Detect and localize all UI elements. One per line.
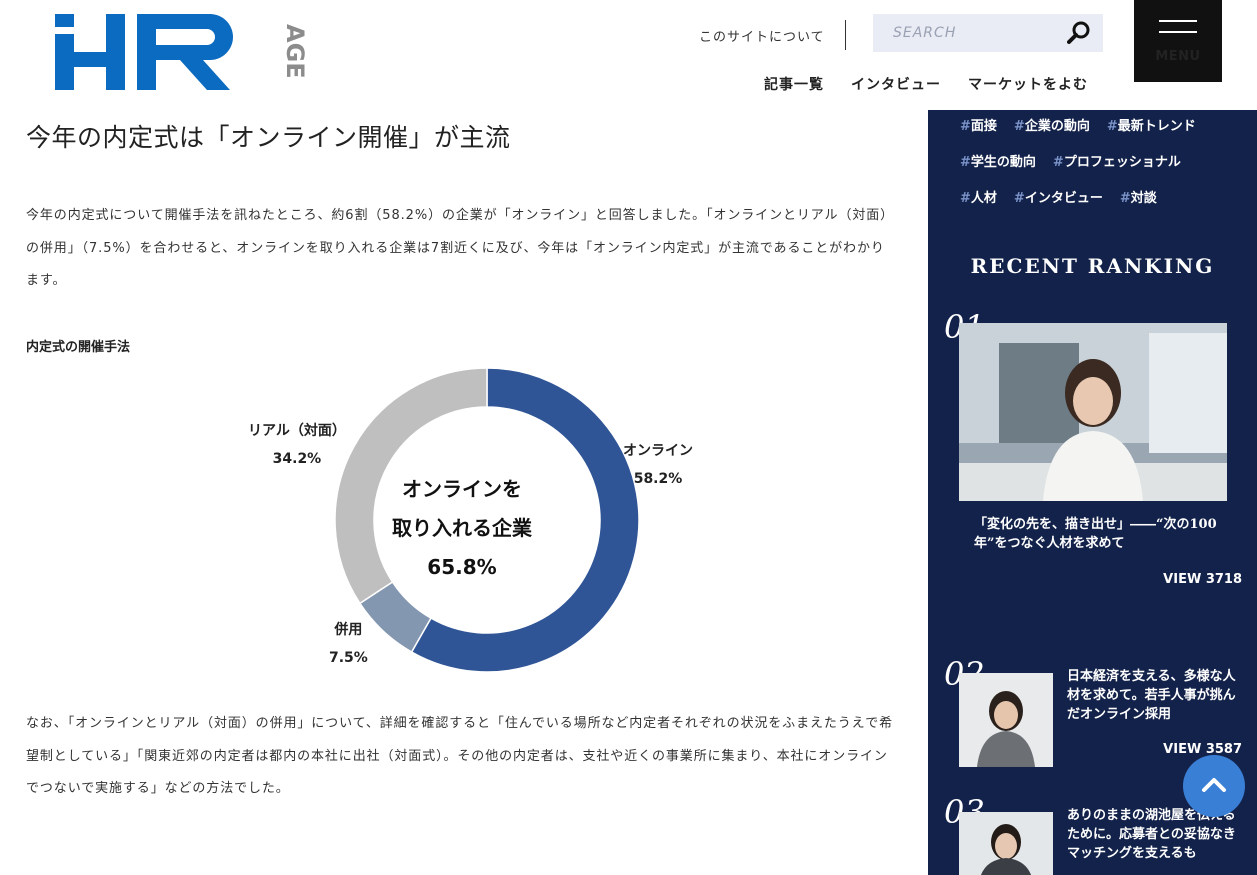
chevron-up-icon — [1202, 778, 1226, 792]
hr-age-logo[interactable]: AGE — [55, 14, 315, 90]
ranking-title-2[interactable]: 日本経済を支える、多様な人材を求めて。若手人事が挑んだオンライン採用 — [1067, 667, 1242, 724]
slice-name-real: リアル（対面） — [248, 423, 346, 439]
hamburger-line-icon — [1159, 20, 1197, 22]
site-header: AGE このサイトについて MENU 記事一覧 インタビュー マーケットをよむ — [0, 0, 1257, 110]
search-icon[interactable] — [1067, 21, 1091, 45]
ranking-title: RECENT RANKING — [970, 254, 1215, 278]
search-input[interactable] — [873, 14, 1053, 52]
nav-articles[interactable]: 記事一覧 — [764, 74, 824, 94]
slice-name-both: 併用 — [334, 622, 363, 638]
ranking-views-1: VIEW 3718 — [1163, 572, 1242, 587]
tag-link[interactable]: #対談 — [1120, 187, 1157, 206]
slice-value-online: 58.2% — [633, 471, 683, 487]
tag-link[interactable]: #面接 — [960, 115, 997, 134]
tag-link[interactable]: #企業の動向 — [1014, 115, 1090, 134]
tag-row: #学生の動向 #プロフェッショナル — [960, 142, 1250, 178]
ranking-thumbnail[interactable] — [959, 323, 1227, 501]
paragraph-intro: 今年の内定式について開催手法を訊ねたところ、約6割（58.2%）の企業が「オンラ… — [26, 208, 895, 288]
nav-market[interactable]: マーケットをよむ — [968, 74, 1088, 94]
tag-row: #人材 #インタビュー #対談 — [960, 178, 1250, 214]
center-label-line1: オンラインを — [402, 477, 522, 501]
about-site-link[interactable]: このサイトについて — [699, 26, 825, 45]
header-divider — [845, 20, 846, 50]
slice-label-online: オンライン 58.2% — [623, 437, 693, 493]
center-label-value: 65.8% — [427, 555, 497, 579]
ranking-title-1[interactable]: 「変化の先を、描き出せ」――“次の100年”をつなぐ人材を求めて — [974, 515, 1224, 553]
tag-row: #面接 #企業の動向 #最新トレンド — [960, 110, 1250, 142]
slice-value-both: 7.5% — [329, 650, 368, 666]
center-label-line2: 取り入れる企業 — [392, 516, 532, 540]
donut-chart: オンラインを 取り入れる企業 65.8% オンライン 58.2% 併用 7.5%… — [206, 360, 726, 680]
svg-text:AGE: AGE — [281, 24, 309, 79]
search-box — [873, 14, 1103, 52]
tag-link[interactable]: #学生の動向 — [960, 151, 1036, 170]
tag-link[interactable]: #人材 — [960, 187, 997, 206]
section-title: 今年の内定式は「オンライン開催」が主流 — [26, 123, 511, 152]
hamburger-line-icon — [1159, 31, 1197, 33]
menu-label: MENU — [1155, 49, 1201, 64]
nav-interview[interactable]: インタビュー — [851, 74, 941, 94]
menu-button[interactable]: MENU — [1134, 0, 1222, 82]
tag-link[interactable]: #最新トレンド — [1107, 115, 1196, 134]
slice-name-online: オンライン — [623, 443, 693, 459]
chart-center-label: オンラインを 取り入れる企業 65.8% — [378, 470, 546, 587]
tag-link[interactable]: #プロフェッショナル — [1053, 151, 1181, 170]
paragraph-details: なお、「オンラインとリアル（対面）の併用」について、詳細を確認すると「住んでいる… — [26, 716, 893, 796]
tag-cloud: #面接 #企業の動向 #最新トレンド #学生の動向 #プロフェッショナル #人材… — [960, 110, 1250, 214]
scroll-to-top-button[interactable] — [1183, 755, 1245, 817]
slice-label-real: リアル（対面） 34.2% — [248, 417, 346, 473]
main-nav: 記事一覧 インタビュー マーケットをよむ — [764, 74, 1088, 94]
slice-label-both: 併用 7.5% — [329, 616, 368, 672]
ranking-thumbnail[interactable] — [959, 812, 1053, 875]
tag-link[interactable]: #インタビュー — [1014, 187, 1103, 206]
ranking-thumbnail[interactable] — [959, 673, 1053, 767]
chart-title: 内定式の開催手法 — [26, 340, 131, 355]
slice-value-real: 34.2% — [272, 451, 322, 467]
